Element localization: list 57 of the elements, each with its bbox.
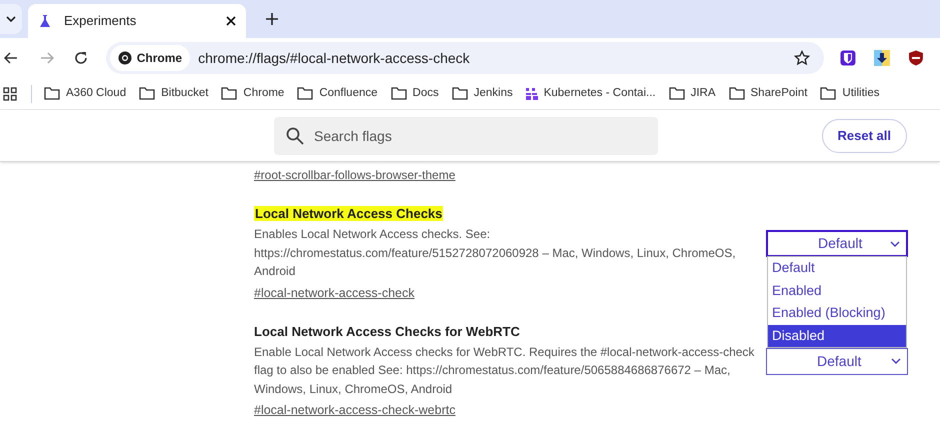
bookmark[interactable]: Docs [390, 84, 439, 102]
bookmark[interactable]: Chrome [221, 84, 284, 102]
flag-title: Local Network Access Checks for WebRTC [254, 324, 520, 338]
site-chip[interactable]: Chrome [110, 45, 190, 71]
url-text: chrome://flags/#local-network-access-check [198, 48, 471, 68]
site-chip-label: Chrome [136, 50, 182, 67]
flag-link[interactable]: #local-network-access-check-webrtc [254, 401, 456, 419]
bookmark[interactable]: SharePoint [728, 84, 808, 102]
shield-extension-icon[interactable] [840, 50, 856, 66]
tab-list-button[interactable] [0, 4, 22, 34]
flag-link[interactable]: #local-network-access-check [254, 284, 414, 302]
search-field[interactable]: Search flags [274, 116, 658, 154]
flag-link[interactable]: #root-scrollbar-follows-browser-theme [254, 168, 456, 182]
flask-icon [38, 14, 52, 28]
folder-icon [820, 87, 836, 100]
flag-description: Enables Local Network Access checks. See: https://chromestatus.com/feature/5152728072060928 – Mac, Windows, Linux, ChromeOS, Android [254, 226, 737, 280]
reset-all-button[interactable]: Reset all [822, 118, 907, 152]
folder-icon [297, 87, 314, 100]
search-icon [286, 126, 304, 144]
download-extension-icon[interactable] [874, 50, 890, 66]
site-favicon-icon [526, 88, 538, 100]
reload-icon[interactable] [74, 51, 88, 65]
star-icon[interactable] [794, 50, 810, 66]
new-tab-icon[interactable] [266, 13, 278, 25]
dropdown-option[interactable]: Disabled [768, 324, 906, 347]
chevron-down-icon [6, 16, 16, 22]
bookmark[interactable]: Jenkins [452, 84, 513, 102]
dropdown-option[interactable]: Default [768, 257, 906, 280]
chevron-down-icon [891, 358, 901, 364]
chrome-logo-icon [118, 51, 132, 65]
tab-title: Experiments [64, 12, 138, 30]
folder-icon [221, 87, 238, 100]
folder-icon [452, 87, 468, 100]
bookmark[interactable]: Confluence [297, 84, 378, 102]
shield-extension-icon[interactable] [908, 50, 924, 66]
address-bar[interactable]: Chrome chrome://flags/#local-network-access-check [106, 42, 824, 74]
folder-icon [390, 87, 407, 100]
dropdown-option[interactable]: Enabled [768, 280, 906, 302]
close-icon[interactable] [226, 16, 236, 26]
flag-description: Enable Local Network Access checks for WebRTC. Requires the #local-network-access-check flag to also be enabled See: https://chromestatus.com/feature/5065884686876672 – Mac, Windows, Linux, ChromeOS, Android [254, 344, 756, 398]
bookmark[interactable]: Utilities [820, 84, 880, 102]
folder-icon [44, 87, 60, 100]
bookmark[interactable]: JIRA [668, 84, 716, 102]
browser-tab[interactable]: Experiments [28, 4, 246, 38]
bookmark[interactable]: A360 Cloud [44, 84, 126, 102]
dropdown-option[interactable]: Enabled (Blocking) [768, 302, 906, 324]
chevron-down-icon [890, 240, 900, 246]
folder-icon [139, 87, 156, 100]
flag-dropdown[interactable]: Default [766, 348, 908, 374]
flag-title: Local Network Access Checks [254, 206, 444, 221]
folder-icon [728, 87, 745, 100]
folder-icon [668, 87, 685, 100]
flag-dropdown[interactable]: Default [766, 230, 908, 257]
apps-grid-icon[interactable] [3, 86, 17, 100]
back-arrow-icon[interactable] [4, 52, 18, 64]
bookmark[interactable]: Bitbucket [139, 84, 208, 102]
bookmark[interactable]: Kubernetes - Contai... [526, 84, 656, 102]
